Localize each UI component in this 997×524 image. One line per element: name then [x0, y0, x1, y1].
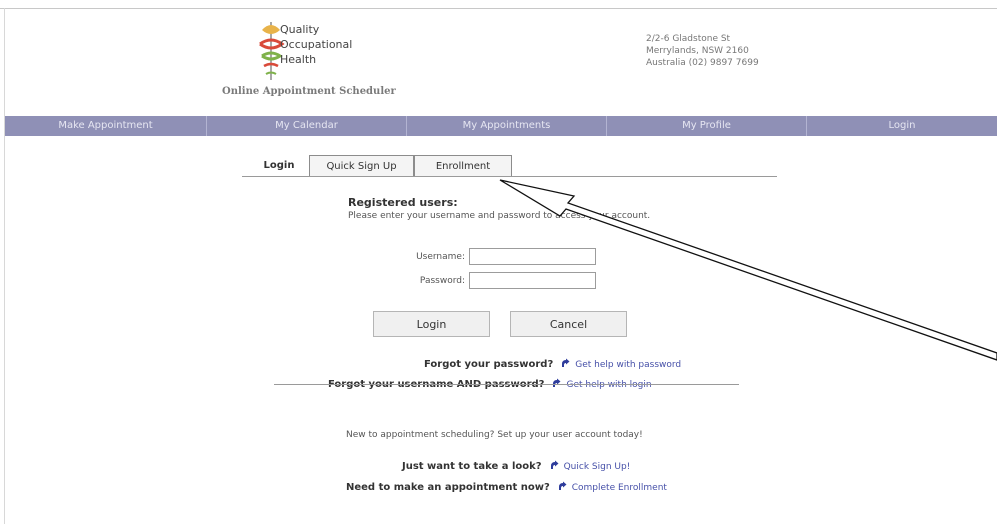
main-nav-bar: Make Appointment My Calendar My Appointm…	[5, 116, 997, 136]
quick-look-question: Just want to take a look?	[402, 461, 542, 472]
tab-enrollment[interactable]: Enrollment	[414, 155, 512, 176]
new-user-prompt: New to appointment scheduling? Set up yo…	[346, 430, 643, 440]
login-button[interactable]: Login	[373, 311, 490, 337]
section-divider	[274, 384, 739, 385]
frame-left-border	[4, 8, 5, 524]
contact-address: 2/2-6 Gladstone St Merrylands, NSW 2160 …	[646, 33, 759, 69]
make-appointment-row: Need to make an appointment now? Complete…	[346, 481, 667, 493]
redirect-arrow-icon	[553, 378, 561, 387]
get-help-login-link[interactable]: Get help with login	[566, 380, 651, 390]
address-line-2: Merrylands, NSW 2160	[646, 46, 749, 56]
redirect-arrow-icon	[562, 358, 570, 367]
tab-login[interactable]: Login	[250, 155, 308, 176]
get-help-password-link[interactable]: Get help with password	[575, 360, 681, 370]
registered-users-heading: Registered users:	[348, 196, 458, 209]
brand-line-2: Occupational	[280, 38, 353, 51]
username-label: Username:	[416, 252, 465, 262]
complete-enrollment-link[interactable]: Complete Enrollment	[572, 483, 667, 493]
brand-name: Quality Occupational Health	[280, 22, 352, 67]
nav-my-calendar[interactable]: My Calendar	[207, 116, 407, 136]
forgot-password-question: Forgot your password?	[424, 359, 554, 370]
nav-make-appointment[interactable]: Make Appointment	[5, 116, 207, 136]
nav-login[interactable]: Login	[807, 116, 997, 136]
frame-top-border	[0, 8, 997, 9]
redirect-arrow-icon	[550, 460, 559, 469]
address-line-3: Australia (02) 9897 7699	[646, 58, 759, 68]
tab-quick-sign-up[interactable]: Quick Sign Up	[309, 155, 414, 176]
app-tagline: Online Appointment Scheduler	[222, 86, 396, 97]
brand-line-3: Health	[280, 53, 317, 66]
brand-line-1: Quality	[280, 23, 320, 36]
cancel-button[interactable]: Cancel	[510, 311, 627, 337]
password-input[interactable]	[469, 272, 596, 289]
redirect-arrow-icon	[558, 481, 567, 490]
quick-look-row: Just want to take a look? Quick Sign Up!	[402, 460, 630, 472]
make-appointment-question: Need to make an appointment now?	[346, 482, 550, 493]
address-line-1: 2/2-6 Gladstone St	[646, 34, 731, 44]
nav-my-appointments[interactable]: My Appointments	[407, 116, 607, 136]
nav-my-profile[interactable]: My Profile	[607, 116, 807, 136]
forgot-password-row: Forgot your password? Get help with passw…	[424, 358, 681, 370]
password-label: Password:	[419, 276, 465, 286]
login-instruction: Please enter your username and password …	[348, 211, 651, 221]
username-input[interactable]	[469, 248, 596, 265]
tab-strip-divider	[242, 176, 777, 177]
quick-sign-up-link[interactable]: Quick Sign Up!	[564, 462, 631, 472]
